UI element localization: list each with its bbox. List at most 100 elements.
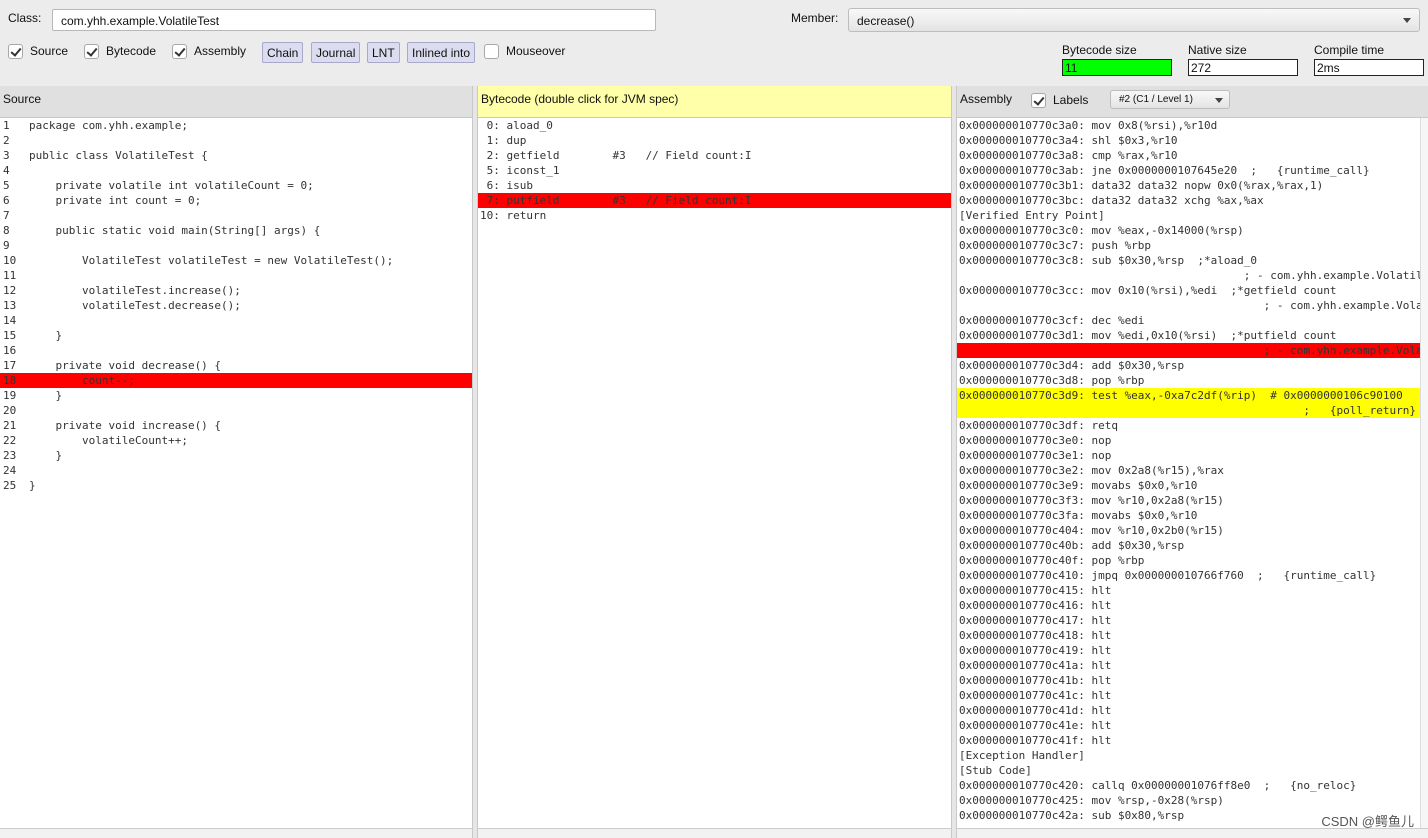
labels-checkbox-label: Labels: [1053, 93, 1089, 107]
assembly-line[interactable]: 0x000000010770c3bc: data32 data32 xchg %…: [957, 193, 1428, 208]
bytecode-size-value: 11: [1062, 59, 1172, 76]
assembly-line[interactable]: [Exception Handler]: [957, 748, 1428, 763]
assembly-line[interactable]: 0x000000010770c3cc: mov 0x10(%rsi),%edi …: [957, 283, 1428, 298]
assembly-line[interactable]: ; {poll_return}: [957, 403, 1428, 418]
assembly-line[interactable]: 0x000000010770c3a8: cmp %rax,%r10: [957, 148, 1428, 163]
assembly-line[interactable]: 0x000000010770c3cf: dec %edi: [957, 313, 1428, 328]
assembly-line[interactable]: 0x000000010770c3a0: mov 0x8(%rsi),%r10d: [957, 118, 1428, 133]
source-line[interactable]: 4: [0, 163, 472, 178]
assembly-line[interactable]: ; - com.yhh.example.VolatileTest::decrea…: [957, 268, 1428, 283]
assembly-line[interactable]: 0x000000010770c3b1: data32 data32 nopw 0…: [957, 178, 1428, 193]
class-input[interactable]: com.yhh.example.VolatileTest: [52, 9, 656, 31]
bytecode-code[interactable]: 0: aload_0 1: dup 2: getfield #3 // Fiel…: [478, 118, 951, 828]
assembly-line[interactable]: 0x000000010770c3d8: pop %rbp: [957, 373, 1428, 388]
source-line[interactable]: 24: [0, 463, 472, 478]
source-line[interactable]: 6 private int count = 0;: [0, 193, 472, 208]
source-line[interactable]: 17 private void decrease() {: [0, 358, 472, 373]
assembly-line[interactable]: 0x000000010770c410: jmpq 0x000000010766f…: [957, 568, 1428, 583]
source-line[interactable]: 3 public class VolatileTest {: [0, 148, 472, 163]
assembly-line[interactable]: 0x000000010770c3e9: movabs $0x0,%r10: [957, 478, 1428, 493]
assembly-checkbox[interactable]: Assembly: [172, 42, 246, 60]
line-text: private int count = 0;: [29, 194, 202, 207]
source-line[interactable]: 12 volatileTest.increase();: [0, 283, 472, 298]
bytecode-line[interactable]: 2: getfield #3 // Field count:I: [478, 148, 951, 163]
source-line[interactable]: 7: [0, 208, 472, 223]
assembly-line[interactable]: 0x000000010770c3c7: push %rbp: [957, 238, 1428, 253]
assembly-line[interactable]: 0x000000010770c40b: add $0x30,%rsp: [957, 538, 1428, 553]
compile-level-select[interactable]: #2 (C1 / Level 1): [1110, 90, 1230, 109]
assembly-line[interactable]: [Stub Code]: [957, 763, 1428, 778]
source-line[interactable]: 1 package com.yhh.example;: [0, 118, 472, 133]
source-line[interactable]: 21 private void increase() {: [0, 418, 472, 433]
assembly-line[interactable]: 0x000000010770c3e1: nop: [957, 448, 1428, 463]
assembly-line[interactable]: 0x000000010770c40f: pop %rbp: [957, 553, 1428, 568]
bytecode-checkbox[interactable]: Bytecode: [84, 42, 156, 60]
source-line[interactable]: 20: [0, 403, 472, 418]
assembly-code[interactable]: 0x000000010770c3a0: mov 0x8(%rsi),%r10d 0…: [957, 118, 1428, 828]
assembly-line[interactable]: ; - com.yhh.example.VolatileTest::decrea…: [957, 298, 1428, 313]
assembly-line[interactable]: [Verified Entry Point]: [957, 208, 1428, 223]
bytecode-line[interactable]: 10: return: [478, 208, 951, 223]
source-code[interactable]: 1 package com.yhh.example; 2 3 public class …: [0, 118, 472, 828]
source-line[interactable]: 15 }: [0, 328, 472, 343]
assembly-line[interactable]: 0x000000010770c3f3: mov %r10,0x2a8(%r15): [957, 493, 1428, 508]
inlined-into-button[interactable]: Inlined into: [407, 42, 476, 63]
assembly-line[interactable]: 0x000000010770c416: hlt: [957, 598, 1428, 613]
assembly-line[interactable]: 0x000000010770c425: mov %rsp,-0x28(%rsp): [957, 793, 1428, 808]
assembly-line[interactable]: 0x000000010770c404: mov %r10,0x2b0(%r15): [957, 523, 1428, 538]
assembly-line[interactable]: 0x000000010770c3fa: movabs $0x0,%r10: [957, 508, 1428, 523]
assembly-line[interactable]: 0x000000010770c41a: hlt: [957, 658, 1428, 673]
bytecode-line[interactable]: 6: isub: [478, 178, 951, 193]
source-line[interactable]: 9: [0, 238, 472, 253]
source-line[interactable]: 19 }: [0, 388, 472, 403]
assembly-line[interactable]: 0x000000010770c41b: hlt: [957, 673, 1428, 688]
labels-checkbox[interactable]: Labels: [1031, 91, 1088, 109]
assembly-line[interactable]: 0x000000010770c41c: hlt: [957, 688, 1428, 703]
source-line[interactable]: 13 volatileTest.decrease();: [0, 298, 472, 313]
source-line[interactable]: 11: [0, 268, 472, 283]
assembly-line[interactable]: 0x000000010770c3d9: test %eax,-0xa7c2df(…: [957, 388, 1428, 403]
source-line[interactable]: 22 volatileCount++;: [0, 433, 472, 448]
assembly-line[interactable]: 0x000000010770c3df: retq: [957, 418, 1428, 433]
source-line[interactable]: 8 public static void main(String[] args)…: [0, 223, 472, 238]
lnt-button[interactable]: LNT: [367, 42, 400, 63]
assembly-line[interactable]: 0x000000010770c417: hlt: [957, 613, 1428, 628]
bytecode-line[interactable]: 1: dup: [478, 133, 951, 148]
assembly-line[interactable]: 0x000000010770c41d: hlt: [957, 703, 1428, 718]
vertical-scrollbar[interactable]: [1420, 118, 1428, 828]
assembly-line[interactable]: 0x000000010770c3ab: jne 0x0000000107645e…: [957, 163, 1428, 178]
assembly-line[interactable]: 0x000000010770c41f: hlt: [957, 733, 1428, 748]
horizontal-scrollbar[interactable]: [478, 828, 951, 838]
assembly-line[interactable]: 0x000000010770c3e2: mov 0x2a8(%r15),%rax: [957, 463, 1428, 478]
member-select[interactable]: decrease(): [848, 8, 1420, 32]
assembly-line[interactable]: 0x000000010770c3a4: shl $0x3,%r10: [957, 133, 1428, 148]
chain-button[interactable]: Chain: [262, 42, 304, 63]
journal-button[interactable]: Journal: [311, 42, 361, 63]
assembly-line[interactable]: 0x000000010770c415: hlt: [957, 583, 1428, 598]
assembly-line[interactable]: 0x000000010770c418: hlt: [957, 628, 1428, 643]
source-line[interactable]: 14: [0, 313, 472, 328]
source-line[interactable]: 18 count--;: [0, 373, 472, 388]
assembly-line[interactable]: 0x000000010770c3d1: mov %edi,0x10(%rsi) …: [957, 328, 1428, 343]
source-line[interactable]: 23 }: [0, 448, 472, 463]
source-line[interactable]: 16: [0, 343, 472, 358]
source-line[interactable]: 10 VolatileTest volatileTest = new Volat…: [0, 253, 472, 268]
bytecode-line[interactable]: 5: iconst_1: [478, 163, 951, 178]
assembly-line[interactable]: 0x000000010770c3c0: mov %eax,-0x14000(%r…: [957, 223, 1428, 238]
source-checkbox[interactable]: Source: [8, 42, 68, 60]
assembly-line[interactable]: 0x000000010770c3d4: add $0x30,%rsp: [957, 358, 1428, 373]
assembly-line[interactable]: 0x000000010770c3e0: nop: [957, 433, 1428, 448]
assembly-line[interactable]: 0x000000010770c420: callq 0x00000001076f…: [957, 778, 1428, 793]
mouseover-checkbox[interactable]: Mouseover: [484, 42, 565, 60]
checkbox-icon: [8, 43, 23, 59]
source-line[interactable]: 25}: [0, 478, 472, 493]
bytecode-line[interactable]: 7: putfield #3 // Field count:I: [478, 193, 951, 208]
source-line[interactable]: 2: [0, 133, 472, 148]
assembly-line[interactable]: ; - com.yhh.example.VolatileTest::decrea…: [957, 343, 1428, 358]
source-line[interactable]: 5 private volatile int volatileCount = 0…: [0, 178, 472, 193]
assembly-line[interactable]: 0x000000010770c41e: hlt: [957, 718, 1428, 733]
assembly-line[interactable]: 0x000000010770c3c8: sub $0x30,%rsp ;*alo…: [957, 253, 1428, 268]
horizontal-scrollbar[interactable]: [0, 828, 472, 838]
assembly-line[interactable]: 0x000000010770c419: hlt: [957, 643, 1428, 658]
bytecode-line[interactable]: 0: aload_0: [478, 118, 951, 133]
